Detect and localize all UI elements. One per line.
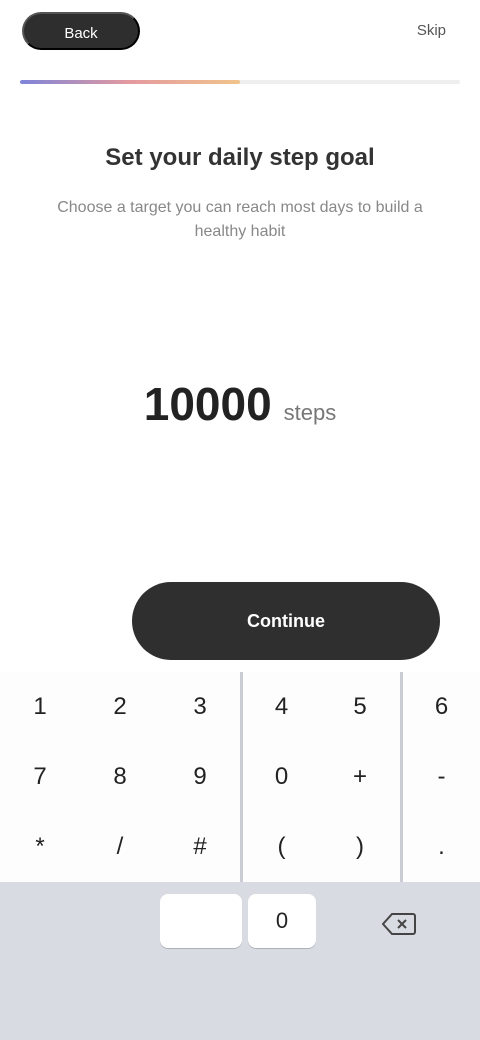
key-1-0[interactable]: 7: [0, 742, 80, 812]
key-2-4[interactable]: ): [320, 812, 400, 882]
key-0-1[interactable]: 2: [80, 672, 160, 742]
key-blank[interactable]: [160, 894, 242, 948]
keypad-grid: 1 2 3 4 5 6 7 8 9 0 + - * / #().: [0, 672, 480, 882]
key-2-0[interactable]: *: [0, 812, 80, 882]
amount-value: 10000: [143, 378, 272, 430]
progress-bar: [20, 80, 460, 84]
keyboard-bottom-row: 0: [0, 882, 480, 1040]
key-zero[interactable]: 0: [248, 894, 316, 948]
amount-display[interactable]: 10000 steps: [0, 370, 480, 430]
page-title: Set your daily step goal: [105, 144, 375, 171]
key-1-1[interactable]: 8: [80, 742, 160, 812]
numeric-keyboard: 1 2 3 4 5 6 7 8 9 0 + - * / #(). 0: [0, 672, 480, 1040]
key-1-2[interactable]: 9: [160, 742, 240, 812]
progress-fill: [20, 80, 240, 84]
back-button[interactable]: Back: [22, 12, 140, 50]
top-bar: Back Skip: [0, 0, 480, 70]
key-1-3[interactable]: 0: [240, 742, 320, 812]
page-subtitle: Choose a target you can reach most days …: [57, 199, 423, 240]
left-hint: [56, 610, 116, 630]
key-2-2[interactable]: #: [160, 812, 240, 882]
key-0-0[interactable]: 1: [0, 672, 80, 742]
key-2-3[interactable]: (: [240, 812, 320, 882]
key-0-3[interactable]: 4: [240, 672, 320, 742]
key-1-5[interactable]: -: [400, 742, 480, 812]
backspace-icon[interactable]: [372, 906, 426, 942]
continue-button[interactable]: Continue: [132, 582, 440, 660]
key-0-2[interactable]: 3: [160, 672, 240, 742]
amount-unit: steps: [283, 400, 337, 425]
skip-link[interactable]: Skip: [352, 22, 446, 40]
key-2-1[interactable]: /: [80, 812, 160, 882]
key-2-5[interactable]: .: [400, 812, 480, 882]
key-0-5[interactable]: 6: [400, 672, 480, 742]
key-0-4[interactable]: 5: [320, 672, 400, 742]
key-1-4[interactable]: +: [320, 742, 400, 812]
